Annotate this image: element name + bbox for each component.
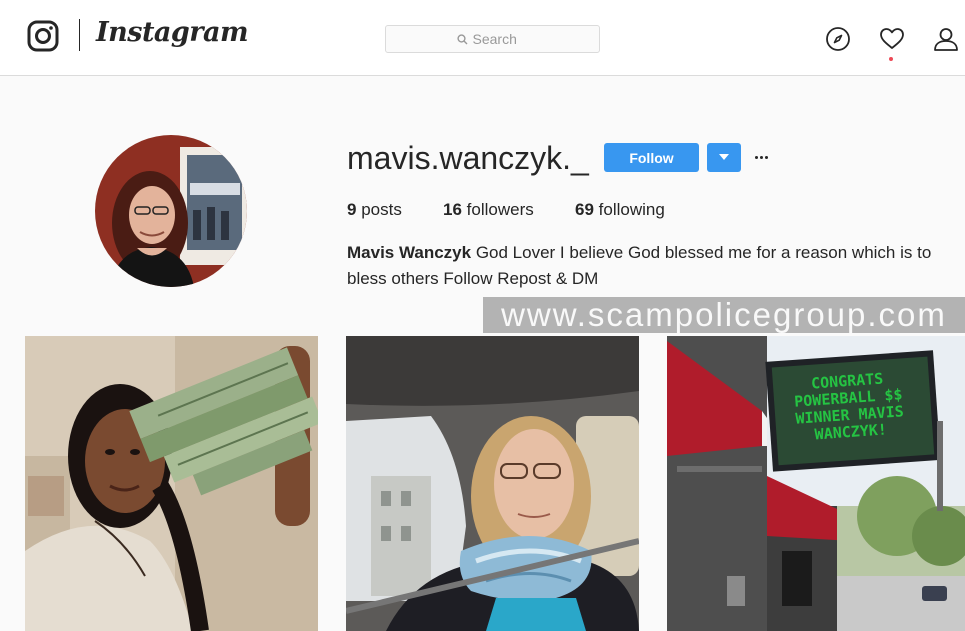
search-box[interactable]	[385, 25, 600, 53]
more-dot-icon	[754, 156, 758, 159]
profile-icon[interactable]	[933, 26, 959, 52]
following-count-value: 69	[575, 200, 594, 219]
posts-count-label: posts	[361, 200, 402, 219]
more-options-button[interactable]	[750, 143, 772, 172]
more-dot-icon	[764, 156, 768, 159]
heart-icon[interactable]	[879, 26, 905, 52]
post-thumbnail-1[interactable]	[25, 336, 318, 631]
followers-count-value: 16	[443, 200, 462, 219]
profile-full-name: Mavis Wanczyk	[347, 243, 472, 262]
following-count-label: following	[598, 200, 665, 219]
logo-divider	[79, 19, 80, 51]
followers-count-label: followers	[466, 200, 534, 219]
watermark-banner: www.scampolicegroup.com	[483, 297, 965, 333]
notification-dot	[889, 57, 893, 61]
post-thumbnail-2[interactable]	[346, 336, 639, 631]
top-navigation-bar: Instagram	[0, 0, 965, 76]
posts-count: 9 posts	[347, 200, 402, 220]
profile-username: mavis.wanczyk._	[347, 140, 589, 176]
woman-with-cash-photo	[25, 336, 318, 631]
follow-button[interactable]: Follow	[604, 143, 699, 172]
followers-link[interactable]: 16 followers	[443, 200, 534, 220]
billboard-text: CONGRATS POWERBALL $$ WINNER MAVIS WANCZ…	[793, 369, 905, 444]
profile-avatar[interactable]	[95, 135, 247, 287]
posts-count-value: 9	[347, 200, 357, 219]
following-link[interactable]: 69 following	[575, 200, 665, 220]
caret-down-icon	[719, 154, 729, 160]
instagram-wordmark[interactable]: Instagram	[96, 17, 249, 48]
instagram-logo-icon[interactable]	[27, 20, 59, 52]
suggestions-dropdown-button[interactable]	[707, 143, 741, 172]
post-thumbnail-3[interactable]: CONGRATS POWERBALL $$ WINNER MAVIS WANCZ…	[667, 336, 965, 631]
profile-bio: Mavis Wanczyk God Lover I believe God bl…	[347, 240, 952, 292]
more-dot-icon	[759, 156, 763, 159]
selfie-in-car-photo	[346, 336, 639, 631]
search-input[interactable]	[472, 31, 529, 47]
explore-icon[interactable]	[825, 26, 851, 52]
search-icon	[456, 33, 467, 44]
